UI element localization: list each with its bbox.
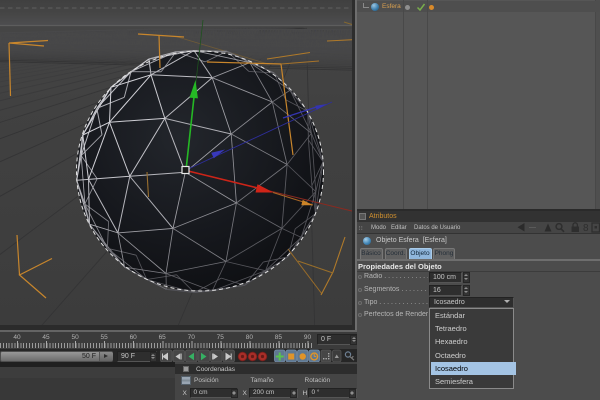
svg-text:8: 8 bbox=[583, 223, 589, 234]
